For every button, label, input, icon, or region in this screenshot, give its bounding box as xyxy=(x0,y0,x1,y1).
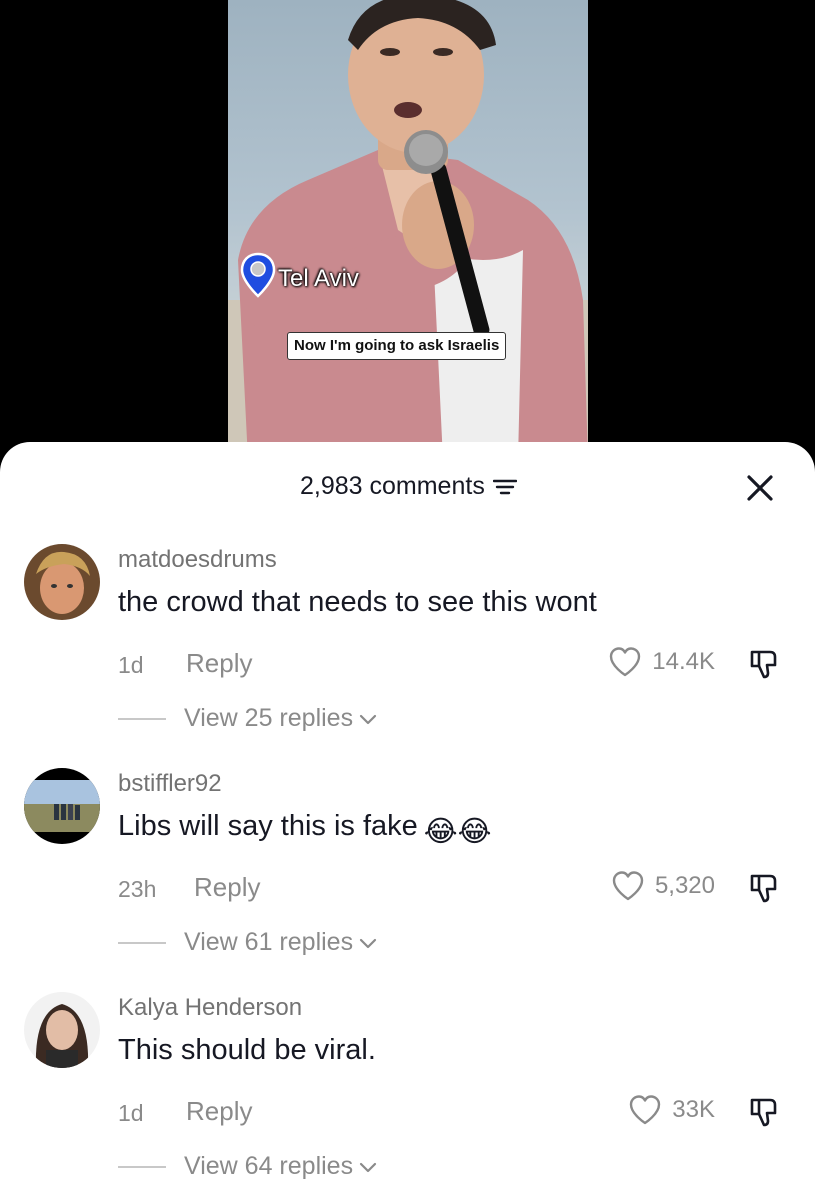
like-button[interactable]: 33K xyxy=(628,1094,715,1126)
video-player[interactable] xyxy=(228,0,588,460)
like-button[interactable]: 14.4K xyxy=(608,646,715,678)
video-frame xyxy=(228,0,588,460)
avatar[interactable] xyxy=(24,544,100,620)
view-replies-button[interactable]: View 25 replies xyxy=(118,704,377,733)
dislike-icon[interactable] xyxy=(746,870,782,906)
replies-divider xyxy=(118,717,166,720)
comment-count[interactable]: 2,983 comments xyxy=(300,472,517,501)
comments-sheet: 2,983 comments matdoesdrums the crowd th… xyxy=(0,442,815,1200)
comment-text-body: Libs will say this is fake xyxy=(118,810,418,842)
comment-item: bstiffler92 Libs will say this is fake 😂😂… xyxy=(0,768,815,992)
replies-divider xyxy=(118,1165,166,1168)
chevron-down-icon xyxy=(359,938,377,948)
comment-text: the crowd that needs to see this wont xyxy=(118,586,597,618)
avatar[interactable] xyxy=(24,768,100,844)
heart-icon xyxy=(610,647,641,677)
view-replies-button[interactable]: View 61 replies xyxy=(118,928,377,957)
comment-count-label: 2,983 comments xyxy=(300,472,485,500)
replies-divider xyxy=(118,941,166,944)
laughing-emoji: 😂😂 xyxy=(423,816,492,848)
video-caption: Now I'm going to ask Israelis xyxy=(287,332,507,360)
comments-header: 2,983 comments xyxy=(0,442,815,530)
view-replies-label: View 25 replies xyxy=(184,704,354,732)
like-count: 33K xyxy=(672,1096,715,1123)
sort-filter-icon[interactable] xyxy=(492,477,517,497)
reply-button[interactable]: Reply xyxy=(194,872,260,903)
view-replies-label: View 64 replies xyxy=(184,1152,354,1180)
dislike-icon[interactable] xyxy=(746,646,782,682)
comment-text: Libs will say this is fake 😂😂 xyxy=(118,810,492,849)
like-count: 5,320 xyxy=(654,872,715,899)
view-replies-label: View 61 replies xyxy=(184,928,354,956)
comment-item: matdoesdrums the crowd that needs to see… xyxy=(0,544,815,768)
comment-time: 1d xyxy=(118,652,144,678)
avatar[interactable] xyxy=(24,992,100,1068)
location-pin-icon xyxy=(240,252,276,298)
dislike-icon[interactable] xyxy=(746,1094,782,1130)
reply-button[interactable]: Reply xyxy=(186,648,252,679)
heart-icon xyxy=(612,871,644,901)
comment-username[interactable]: bstiffler92 xyxy=(118,770,222,798)
heart-icon xyxy=(630,1095,661,1125)
like-count: 14.4K xyxy=(652,648,715,675)
comment-username[interactable]: matdoesdrums xyxy=(118,546,277,574)
comment-text: This should be viral. xyxy=(118,1034,376,1066)
close-icon[interactable] xyxy=(744,472,776,504)
comment-time: 1d xyxy=(118,1100,144,1126)
location-tag[interactable]: Tel Aviv xyxy=(240,252,359,298)
chevron-down-icon xyxy=(359,714,377,724)
comment-time: 23h xyxy=(118,876,157,902)
chevron-down-icon xyxy=(359,1162,377,1172)
view-replies-button[interactable]: View 64 replies xyxy=(118,1152,377,1181)
location-label: Tel Aviv xyxy=(278,265,359,292)
comment-username[interactable]: Kalya Henderson xyxy=(118,994,302,1022)
comment-item: Kalya Henderson This should be viral. 1d… xyxy=(0,992,815,1200)
like-button[interactable]: 5,320 xyxy=(611,870,715,902)
reply-button[interactable]: Reply xyxy=(186,1096,252,1127)
